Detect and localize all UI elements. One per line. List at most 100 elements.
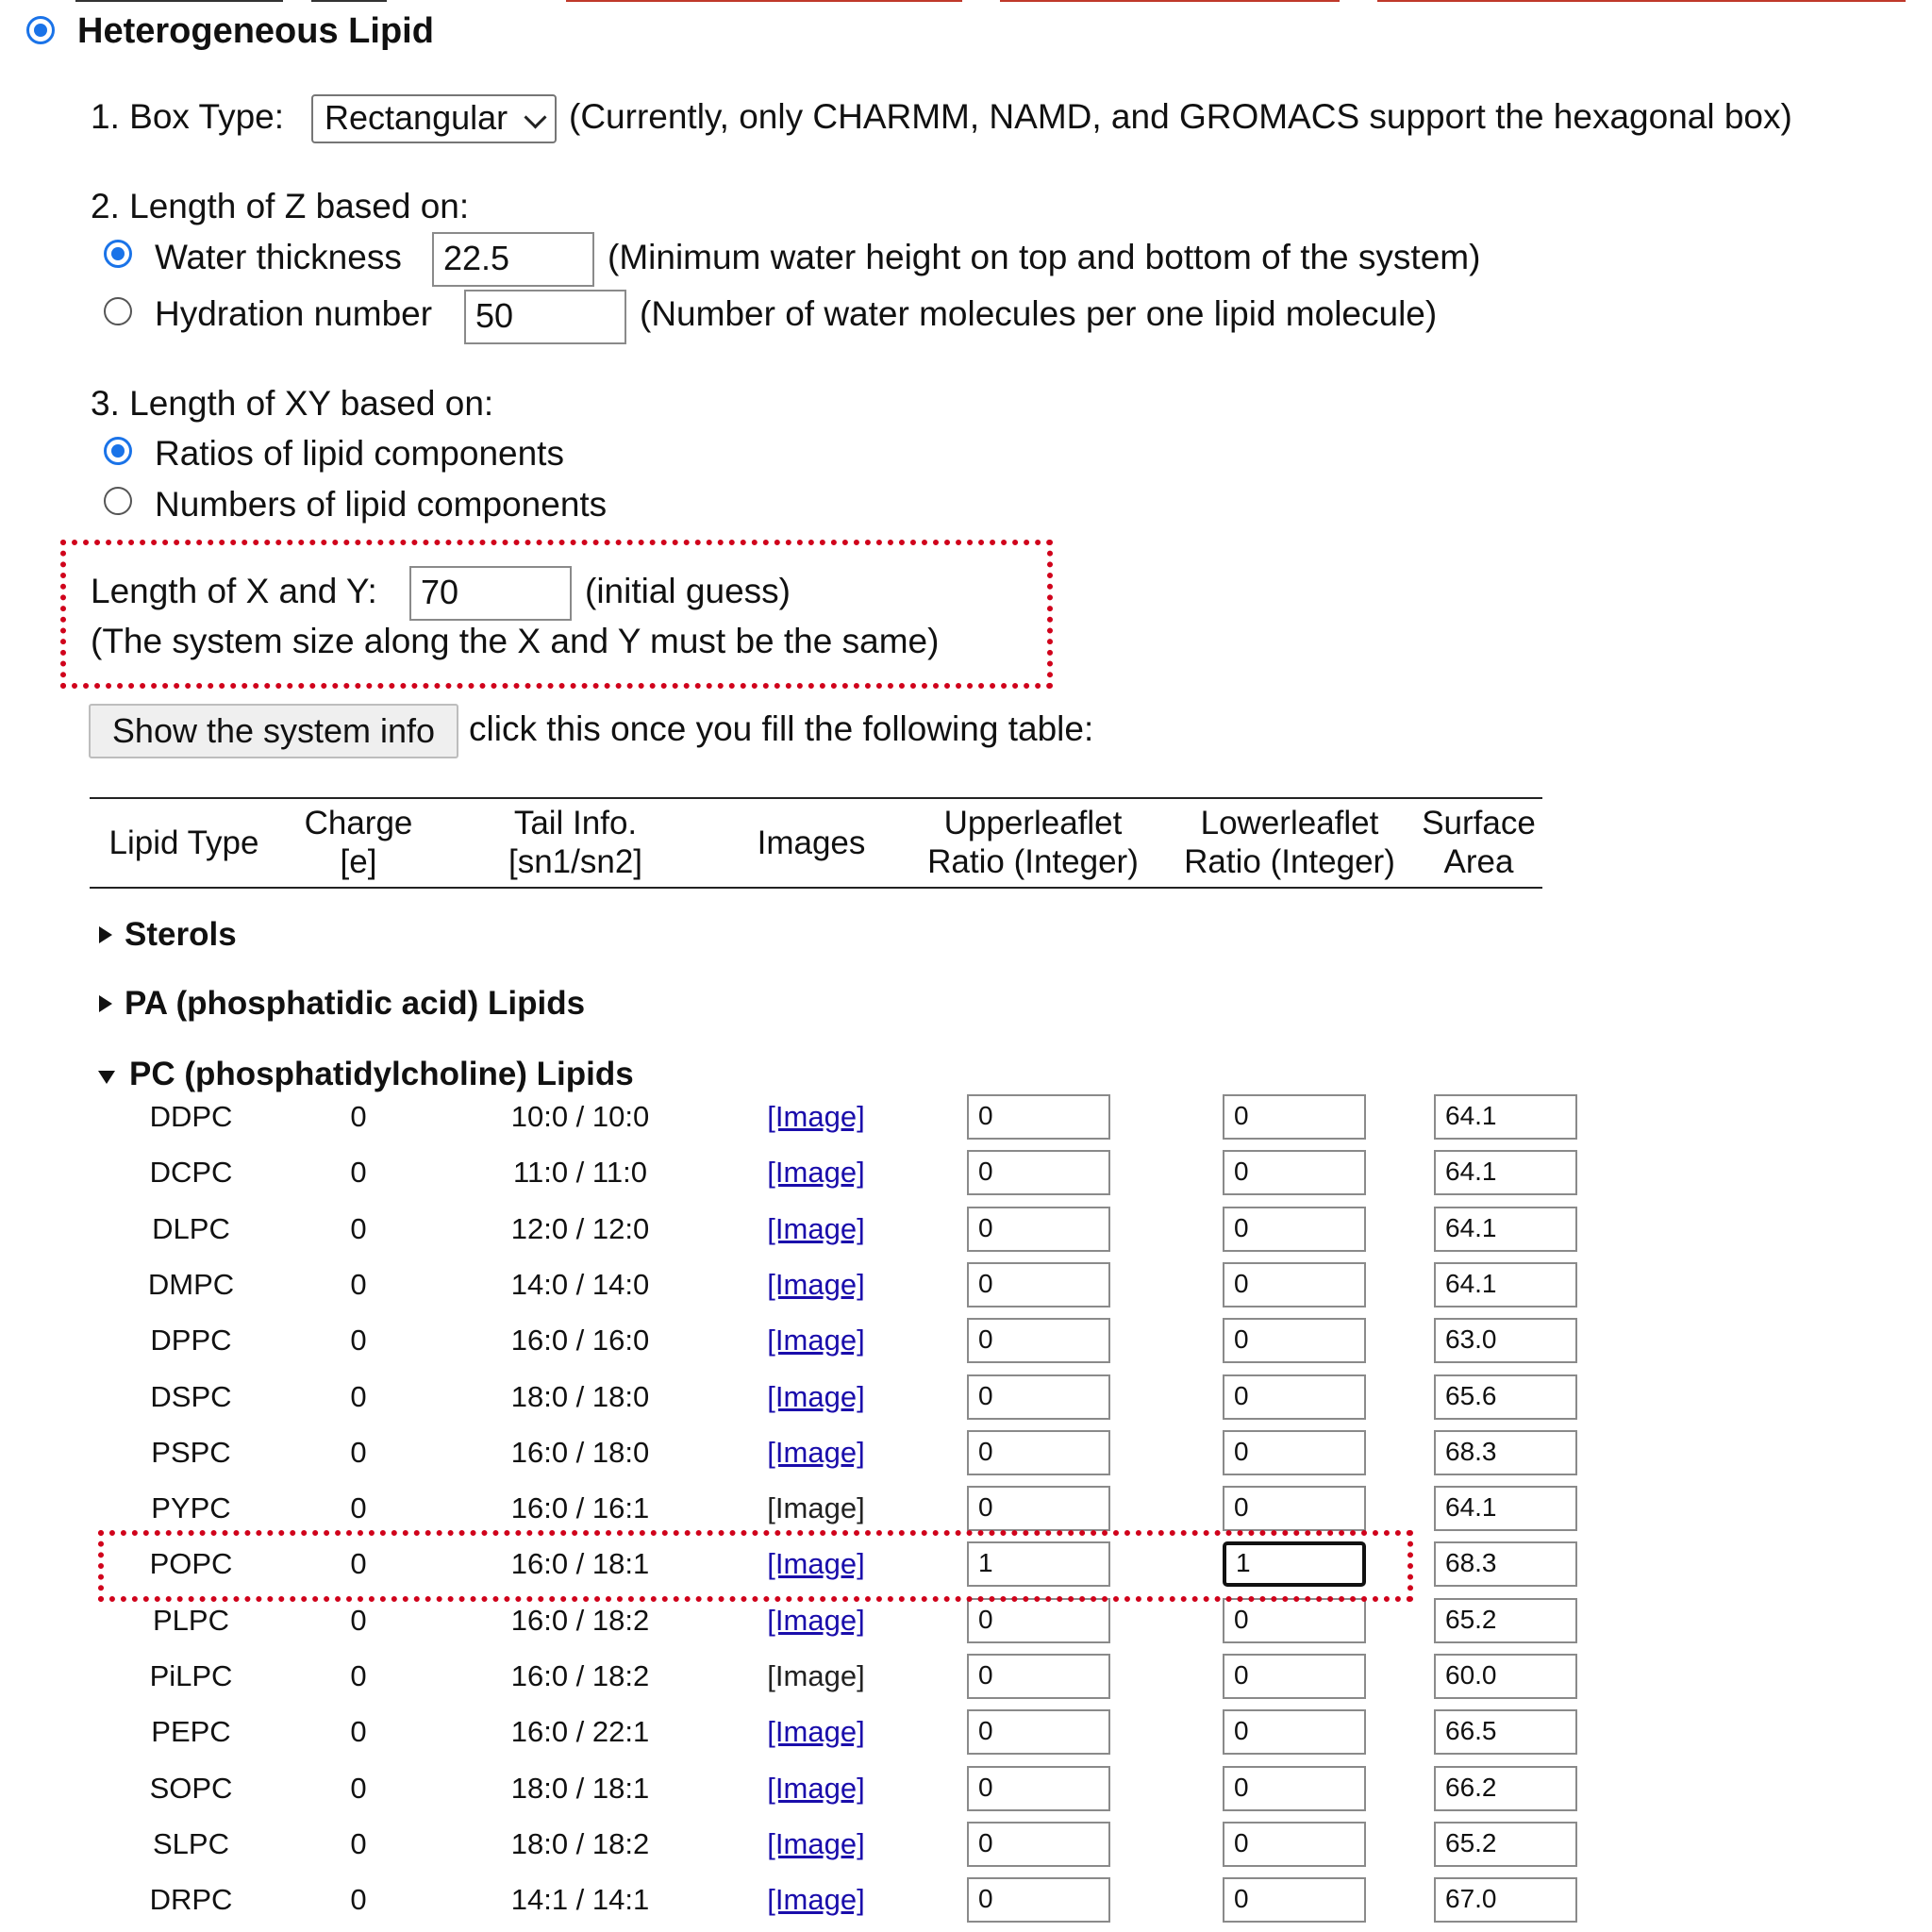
- row-image-link[interactable]: [Image]: [755, 1210, 877, 1248]
- row-lower-ratio-input[interactable]: 0: [1223, 1318, 1366, 1363]
- row-surface-area-input[interactable]: 65.2: [1434, 1598, 1577, 1643]
- row-lipid-name: DSPC: [150, 1380, 232, 1413]
- row-image-link[interactable]: [Image]: [755, 1322, 877, 1359]
- row-lipid-name: DDPC: [149, 1100, 233, 1133]
- row-image-link[interactable]: [Image]: [755, 1713, 877, 1751]
- row-surface-area-input[interactable]: 68.3: [1434, 1430, 1577, 1475]
- header-surface-area: Surface Area: [1422, 805, 1536, 880]
- section-sterols[interactable]: Sterols: [125, 916, 237, 954]
- row-lower-ratio-input[interactable]: 0: [1223, 1709, 1366, 1755]
- row-upper-ratio-input[interactable]: 0: [967, 1598, 1110, 1643]
- number-radio[interactable]: [104, 487, 132, 515]
- expand-pa-lipids-icon[interactable]: [99, 995, 112, 1012]
- ratio-label: Ratios of lipid components: [155, 434, 564, 473]
- water-thickness-label: Water thickness: [155, 238, 402, 276]
- xy-size-input[interactable]: 70: [409, 566, 572, 621]
- hydration-number-label: Hydration number: [155, 294, 433, 333]
- row-lower-ratio-input[interactable]: 0: [1223, 1822, 1366, 1867]
- ratio-radio[interactable]: [104, 437, 132, 465]
- row-upper-ratio-input[interactable]: 0: [967, 1207, 1110, 1252]
- row-surface-area-input[interactable]: 67.0: [1434, 1877, 1577, 1923]
- row-surface-area-input[interactable]: 60.0: [1434, 1654, 1577, 1699]
- row-upper-ratio-input[interactable]: 0: [967, 1374, 1110, 1420]
- popc-highlight-box: [98, 1530, 1413, 1602]
- row-lower-ratio-input[interactable]: 0: [1223, 1598, 1366, 1643]
- row-image-link[interactable]: [Image]: [755, 1098, 877, 1136]
- row-upper-ratio-input[interactable]: 0: [967, 1486, 1110, 1531]
- row-lipid-name: PiLPC: [149, 1659, 233, 1692]
- section-pa-lipids[interactable]: PA (phosphatidic acid) Lipids: [125, 985, 585, 1023]
- row-upper-ratio-input[interactable]: 0: [967, 1430, 1110, 1475]
- collapse-pc-lipids-icon[interactable]: [98, 1071, 115, 1084]
- row-lipid-name: PEPC: [151, 1715, 231, 1748]
- row-surface-area-input[interactable]: 64.1: [1434, 1486, 1577, 1531]
- chevron-down-icon: [524, 106, 547, 129]
- row-surface-area-input[interactable]: 64.1: [1434, 1207, 1577, 1252]
- heterogeneous-lipid-radio[interactable]: [26, 16, 55, 44]
- row-upper-ratio-input[interactable]: 0: [967, 1822, 1110, 1867]
- row-surface-area-input[interactable]: 64.1: [1434, 1094, 1577, 1140]
- row-tail-info: 18:0 / 18:1: [510, 1772, 650, 1805]
- row-upper-ratio-input[interactable]: 0: [967, 1709, 1110, 1755]
- row-lower-ratio-input[interactable]: 0: [1223, 1877, 1366, 1923]
- water-thickness-radio[interactable]: [104, 240, 132, 268]
- row-lower-ratio-input[interactable]: 0: [1223, 1094, 1366, 1140]
- row-image-link[interactable]: [Image]: [755, 1602, 877, 1640]
- header-images: Images: [757, 824, 866, 861]
- row-lipid-name: SLPC: [153, 1827, 229, 1860]
- row-lower-ratio-input[interactable]: 0: [1223, 1430, 1366, 1475]
- row-lipid-name: PSPC: [151, 1436, 231, 1469]
- page-title: Heterogeneous Lipid: [77, 11, 434, 51]
- row-surface-area-input[interactable]: 64.1: [1434, 1150, 1577, 1195]
- row-surface-area-input[interactable]: 66.2: [1434, 1766, 1577, 1811]
- row-lower-ratio-input[interactable]: 0: [1223, 1262, 1366, 1307]
- row-image-text: [Image]: [767, 1659, 865, 1692]
- row-upper-ratio-input[interactable]: 0: [967, 1877, 1110, 1923]
- hydration-number-input[interactable]: 50: [464, 290, 626, 344]
- row-surface-area-input[interactable]: 65.2: [1434, 1822, 1577, 1867]
- row-tail-info: 14:0 / 14:0: [510, 1268, 650, 1301]
- row-tail-info: 16:0 / 16:0: [510, 1324, 650, 1357]
- row-upper-ratio-input[interactable]: 0: [967, 1766, 1110, 1811]
- xy-length-label: 3. Length of XY based on:: [91, 384, 494, 423]
- row-tail-info: 16:0 / 18:2: [510, 1604, 650, 1637]
- row-lipid-name: DRPC: [149, 1883, 233, 1916]
- expand-sterols-icon[interactable]: [99, 926, 112, 943]
- row-charge: 0: [350, 1380, 367, 1413]
- row-lower-ratio-input[interactable]: 0: [1223, 1766, 1366, 1811]
- row-lower-ratio-input[interactable]: 0: [1223, 1486, 1366, 1531]
- row-lower-ratio-input[interactable]: 0: [1223, 1150, 1366, 1195]
- xy-size-note: (initial guess): [585, 572, 791, 610]
- row-lower-ratio-input[interactable]: 0: [1223, 1207, 1366, 1252]
- row-image-link[interactable]: [Image]: [755, 1378, 877, 1416]
- number-label: Numbers of lipid components: [155, 485, 608, 524]
- row-upper-ratio-input[interactable]: 0: [967, 1318, 1110, 1363]
- row-upper-ratio-input[interactable]: 0: [967, 1262, 1110, 1307]
- box-type-select[interactable]: Rectangular: [311, 94, 557, 143]
- row-image-link[interactable]: [Image]: [755, 1770, 877, 1807]
- row-image-link[interactable]: [Image]: [755, 1881, 877, 1919]
- row-lower-ratio-input[interactable]: 0: [1223, 1654, 1366, 1699]
- row-image-link[interactable]: [Image]: [755, 1266, 877, 1304]
- row-surface-area-input[interactable]: 68.3: [1434, 1541, 1577, 1587]
- row-lower-ratio-input[interactable]: 0: [1223, 1374, 1366, 1420]
- row-image-link[interactable]: [Image]: [755, 1825, 877, 1863]
- row-surface-area-input[interactable]: 63.0: [1434, 1318, 1577, 1363]
- section-pc-lipids[interactable]: PC (phosphatidylcholine) Lipids: [129, 1056, 634, 1093]
- row-upper-ratio-input[interactable]: 0: [967, 1094, 1110, 1140]
- row-image-link[interactable]: [Image]: [755, 1154, 877, 1191]
- row-surface-area-input[interactable]: 65.6: [1434, 1374, 1577, 1420]
- box-type-value: Rectangular: [325, 98, 508, 137]
- row-image-link[interactable]: [Image]: [755, 1434, 877, 1472]
- water-thickness-note: (Minimum water height on top and bottom …: [608, 238, 1481, 276]
- row-upper-ratio-input[interactable]: 0: [967, 1150, 1110, 1195]
- row-upper-ratio-input[interactable]: 0: [967, 1654, 1110, 1699]
- row-surface-area-input[interactable]: 66.5: [1434, 1709, 1577, 1755]
- water-thickness-input[interactable]: 22.5: [432, 232, 594, 287]
- row-surface-area-input[interactable]: 64.1: [1434, 1262, 1577, 1307]
- header-charge: Charge [e]: [304, 805, 413, 880]
- header-lipid-type: Lipid Type: [108, 824, 259, 861]
- box-type-note: (Currently, only CHARMM, NAMD, and GROMA…: [569, 97, 1792, 136]
- show-system-info-button[interactable]: Show the system info: [89, 704, 458, 758]
- hydration-number-radio[interactable]: [104, 297, 132, 325]
